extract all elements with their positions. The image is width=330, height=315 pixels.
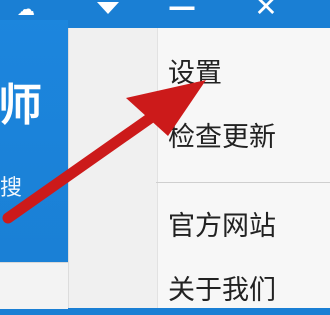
menu-item-check-update[interactable]: 检查更新 — [168, 114, 328, 162]
menu-item-settings[interactable]: 设置 — [168, 50, 328, 98]
cloud-share-icon[interactable]: ☁ — [0, 0, 52, 23]
menu-item-official-website[interactable]: 官方网站 — [168, 203, 328, 251]
app-title-fragment: 师 — [0, 80, 42, 131]
menu-icon-gutter — [69, 28, 158, 308]
menu-divider — [156, 182, 330, 183]
minimize-button[interactable]: — — [164, 0, 200, 21]
close-button[interactable]: ✕ — [246, 0, 286, 21]
app-bottom-strip — [0, 262, 68, 309]
menu-dropdown-button[interactable] — [84, 0, 132, 22]
triangle-down-icon — [97, 2, 119, 14]
app-subtitle-fragment: 搜 — [0, 176, 23, 201]
